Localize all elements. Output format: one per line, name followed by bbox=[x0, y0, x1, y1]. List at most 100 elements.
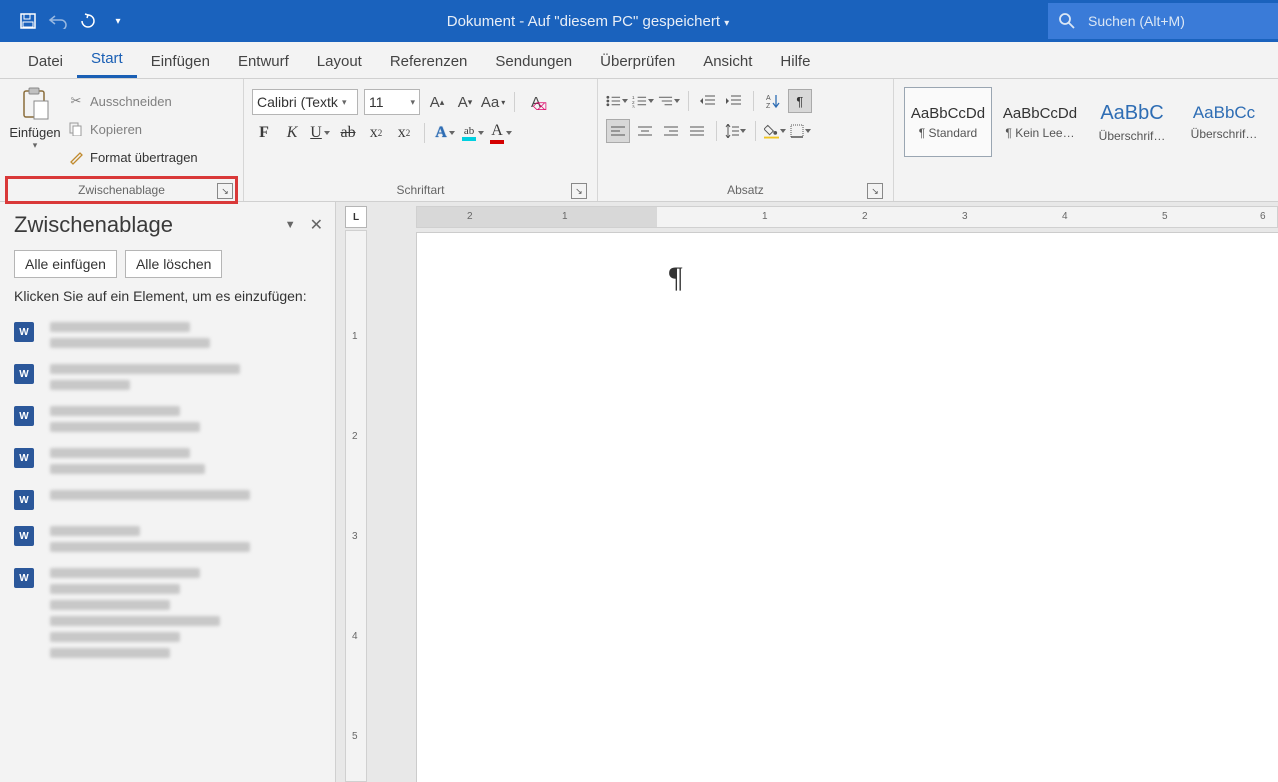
numbering-button[interactable]: 123 bbox=[632, 90, 654, 112]
copy-button[interactable]: Kopieren bbox=[68, 117, 198, 141]
clear-all-button[interactable]: Alle löschen bbox=[125, 250, 223, 278]
clipboard-item[interactable]: W bbox=[10, 560, 325, 666]
paste-all-button[interactable]: Alle einfügen bbox=[14, 250, 117, 278]
bold-button[interactable]: F bbox=[252, 121, 276, 145]
align-left-button[interactable] bbox=[606, 119, 630, 143]
ruler-tick: 4 bbox=[352, 631, 358, 642]
paste-button[interactable]: Einfügen ▾ bbox=[8, 83, 62, 151]
tab-ansicht[interactable]: Ansicht bbox=[689, 45, 766, 78]
horizontal-ruler[interactable]: 2 1 1 2 3 4 5 6 bbox=[416, 206, 1278, 228]
scissors-icon: ✂ bbox=[68, 93, 84, 109]
font-name-combo[interactable]: Calibri (Textk▾ bbox=[252, 89, 358, 115]
tab-ueberpruefen[interactable]: Überprüfen bbox=[586, 45, 689, 78]
cut-label: Ausschneiden bbox=[90, 94, 172, 109]
tab-referenzen[interactable]: Referenzen bbox=[376, 45, 482, 78]
clipboard-item[interactable]: W bbox=[10, 440, 325, 482]
clipboard-item[interactable]: W bbox=[10, 398, 325, 440]
paragraph-launcher[interactable]: ↘ bbox=[867, 183, 883, 199]
font-color-button[interactable]: A bbox=[489, 121, 513, 145]
highlight-button[interactable]: ab bbox=[461, 121, 485, 145]
word-icon: W bbox=[14, 568, 34, 588]
show-marks-button[interactable]: ¶ bbox=[788, 89, 812, 113]
ribbon-tabs: Datei Start Einfügen Entwurf Layout Refe… bbox=[0, 42, 1278, 79]
subscript-button[interactable]: x2 bbox=[364, 121, 388, 145]
search-box[interactable]: Suchen (Alt+M) bbox=[1048, 3, 1278, 39]
word-icon: W bbox=[14, 406, 34, 426]
multilevel-list-button[interactable] bbox=[658, 90, 680, 112]
text-effects-button[interactable]: A bbox=[433, 121, 457, 145]
qat-customize-icon[interactable]: ▾ bbox=[108, 11, 128, 31]
increase-indent-button[interactable] bbox=[723, 90, 745, 112]
undo-icon[interactable] bbox=[48, 11, 68, 31]
clipboard-taskpane: Zwischenablage ▼ ✕ Alle einfügen Alle lö… bbox=[0, 202, 336, 782]
clipboard-launcher[interactable]: ↘ bbox=[217, 183, 233, 199]
line-spacing-button[interactable] bbox=[725, 120, 747, 142]
save-icon[interactable] bbox=[18, 11, 38, 31]
tab-hilfe[interactable]: Hilfe bbox=[766, 45, 824, 78]
tabstop-selector[interactable]: L bbox=[345, 206, 367, 228]
word-icon: W bbox=[14, 322, 34, 342]
strikethrough-button[interactable]: ab bbox=[336, 121, 360, 145]
document-page[interactable]: ¶ bbox=[416, 232, 1278, 782]
tab-sendungen[interactable]: Sendungen bbox=[481, 45, 586, 78]
style-label: ¶ Standard bbox=[919, 126, 977, 140]
group-clipboard: Einfügen ▾ ✂ Ausschneiden Kopieren bbox=[0, 79, 244, 201]
ruler-tick: 1 bbox=[352, 331, 358, 342]
document-title: Dokument - Auf "diesem PC" gespeichert ▾ bbox=[128, 13, 1048, 30]
justify-button[interactable] bbox=[686, 120, 708, 142]
ruler-tick: 2 bbox=[467, 211, 473, 222]
cut-button[interactable]: ✂ Ausschneiden bbox=[68, 89, 198, 113]
style-heading2[interactable]: AaBbCc Überschrif… bbox=[1180, 87, 1268, 157]
clipboard-item[interactable]: W bbox=[10, 482, 325, 518]
font-size-combo[interactable]: 11▾ bbox=[364, 89, 420, 115]
clear-formatting-button[interactable]: A⌫ bbox=[525, 91, 547, 113]
style-sample: AaBbCc bbox=[1193, 103, 1255, 123]
style-label: ¶ Kein Lee… bbox=[1005, 126, 1074, 140]
shading-button[interactable] bbox=[764, 120, 786, 142]
workspace: Zwischenablage ▼ ✕ Alle einfügen Alle lö… bbox=[0, 202, 1278, 782]
group-styles: AaBbCcDd ¶ Standard AaBbCcDd ¶ Kein Lee…… bbox=[894, 79, 1278, 201]
style-standard[interactable]: AaBbCcDd ¶ Standard bbox=[904, 87, 992, 157]
align-right-button[interactable] bbox=[660, 120, 682, 142]
shrink-font-button[interactable]: A▾ bbox=[454, 91, 476, 113]
clipboard-item[interactable]: W bbox=[10, 356, 325, 398]
underline-button[interactable]: U bbox=[308, 121, 332, 145]
tab-entwurf[interactable]: Entwurf bbox=[224, 45, 303, 78]
borders-button[interactable] bbox=[790, 120, 812, 142]
copy-icon bbox=[68, 121, 84, 137]
align-center-button[interactable] bbox=[634, 120, 656, 142]
tab-layout[interactable]: Layout bbox=[303, 45, 376, 78]
ruler-tick: 2 bbox=[862, 211, 868, 222]
word-icon: W bbox=[14, 490, 34, 510]
italic-button[interactable]: K bbox=[280, 121, 304, 145]
chevron-down-icon: ▾ bbox=[33, 140, 38, 151]
ruler-tick: 5 bbox=[352, 731, 358, 742]
tab-datei[interactable]: Datei bbox=[14, 45, 77, 78]
clipboard-items: W W W W W W W bbox=[0, 306, 335, 674]
clipboard-item[interactable]: W bbox=[10, 314, 325, 356]
font-launcher[interactable]: ↘ bbox=[571, 183, 587, 199]
style-heading1[interactable]: AaBbC Überschrif… bbox=[1088, 87, 1176, 157]
close-icon[interactable]: ✕ bbox=[310, 215, 323, 235]
change-case-button[interactable]: Aa▾ bbox=[482, 91, 504, 113]
style-no-spacing[interactable]: AaBbCcDd ¶ Kein Lee… bbox=[996, 87, 1084, 157]
redo-icon[interactable] bbox=[78, 11, 98, 31]
sort-button[interactable]: AZ bbox=[762, 90, 784, 112]
group-paragraph: 123 AZ ¶ Absatz bbox=[598, 79, 894, 201]
taskpane-options-icon[interactable]: ▼ bbox=[285, 219, 296, 231]
style-sample: AaBbCcDd bbox=[1003, 105, 1077, 122]
decrease-indent-button[interactable] bbox=[697, 90, 719, 112]
clipboard-item[interactable]: W bbox=[10, 518, 325, 560]
font-name-value: Calibri (Textk bbox=[257, 94, 338, 110]
ruler-tick: 5 bbox=[1162, 211, 1168, 222]
ruler-tick: 3 bbox=[962, 211, 968, 222]
superscript-button[interactable]: x2 bbox=[392, 121, 416, 145]
search-icon bbox=[1058, 12, 1076, 30]
grow-font-button[interactable]: A▴ bbox=[426, 91, 448, 113]
vertical-ruler[interactable]: 1 2 3 4 5 bbox=[345, 230, 367, 782]
bullets-button[interactable] bbox=[606, 90, 628, 112]
tab-start[interactable]: Start bbox=[77, 42, 137, 78]
format-painter-button[interactable]: Format übertragen bbox=[68, 145, 198, 169]
style-sample: AaBbC bbox=[1100, 102, 1163, 125]
tab-einfuegen[interactable]: Einfügen bbox=[137, 45, 224, 78]
